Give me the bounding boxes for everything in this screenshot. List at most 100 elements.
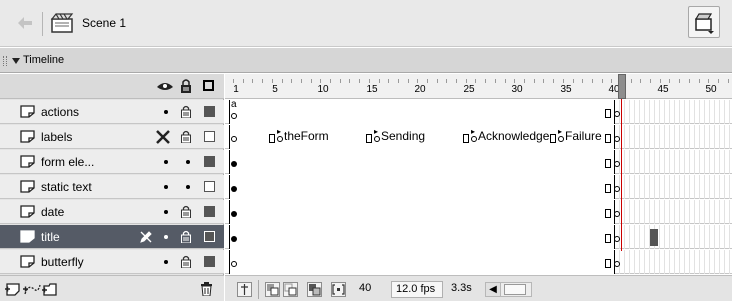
- scroll-thumb[interactable]: [504, 284, 526, 295]
- visibility-dot[interactable]: [164, 260, 168, 264]
- layer-row-actions[interactable]: actions: [0, 100, 224, 124]
- layer-name[interactable]: form ele...: [41, 155, 94, 169]
- onion-skin-button[interactable]: [265, 282, 280, 297]
- frame-rate[interactable]: 12.0 fps: [391, 281, 443, 298]
- panel-grip[interactable]: [3, 56, 7, 66]
- frame-span[interactable]: [229, 250, 615, 274]
- layer-row-form-elements[interactable]: form ele...: [0, 150, 224, 174]
- layer-name[interactable]: labels: [41, 130, 72, 144]
- lock-icon[interactable]: [181, 255, 191, 268]
- layer-row-butterfly[interactable]: butterfly: [0, 250, 224, 274]
- keyframe[interactable]: [231, 136, 237, 142]
- timeline-header[interactable]: Timeline: [0, 48, 732, 73]
- label-flag-icon: ▸: [277, 127, 282, 136]
- visibility-dot[interactable]: [164, 160, 168, 164]
- frame-row[interactable]: [225, 150, 732, 174]
- label-keyframe[interactable]: [558, 136, 564, 142]
- back-arrow-icon[interactable]: [18, 17, 32, 29]
- span-end-frame[interactable]: [605, 109, 611, 118]
- span-end-frame[interactable]: [605, 234, 611, 243]
- layer-row-labels[interactable]: labels: [0, 125, 224, 149]
- span-end-frame[interactable]: [605, 209, 611, 218]
- keyframe[interactable]: [231, 211, 237, 217]
- modify-onion-markers-button[interactable]: [331, 282, 346, 297]
- hidden-x-icon[interactable]: [156, 130, 170, 144]
- trash-icon[interactable]: [200, 282, 213, 296]
- frame-ruler[interactable]: 1 5 10 15 20 25 30 35 40 45 50: [225, 74, 732, 99]
- layer-name[interactable]: butterfly: [41, 255, 84, 269]
- layer-row-title[interactable]: title: [0, 225, 224, 249]
- visibility-dot[interactable]: [164, 185, 168, 189]
- keyframe[interactable]: [231, 186, 237, 192]
- frame-span[interactable]: [229, 200, 615, 224]
- visibility-dot[interactable]: [164, 235, 168, 239]
- label-keyframe[interactable]: [374, 136, 380, 142]
- frame-row[interactable]: [225, 175, 732, 199]
- layer-row-static-text[interactable]: static text: [0, 175, 224, 199]
- outline-icon[interactable]: [203, 80, 214, 91]
- span-end-frame[interactable]: [605, 259, 611, 268]
- lock-icon[interactable]: [181, 130, 191, 143]
- frame-row[interactable]: [225, 200, 732, 224]
- scroll-left-arrow[interactable]: ◀: [486, 283, 501, 296]
- span-end-frame[interactable]: [550, 134, 556, 143]
- keyframe[interactable]: [231, 161, 237, 167]
- keyframe[interactable]: [614, 261, 620, 267]
- visibility-dot[interactable]: [164, 110, 168, 114]
- frame-span[interactable]: [229, 150, 615, 174]
- outline-color-box[interactable]: [204, 181, 215, 192]
- visibility-dot[interactable]: [164, 210, 168, 214]
- keyframe[interactable]: [231, 236, 237, 242]
- eye-icon[interactable]: [156, 80, 174, 92]
- edit-scene-button[interactable]: [688, 6, 720, 38]
- keyframe[interactable]: [231, 113, 237, 119]
- frame-span[interactable]: [229, 225, 615, 249]
- selected-frame[interactable]: [650, 229, 658, 246]
- outline-color-box[interactable]: [204, 231, 215, 242]
- span-end-frame[interactable]: [605, 134, 611, 143]
- frames-area[interactable]: 1 5 10 15 20 25 30 35 40 45 50 a ▸ theForm ▸ Sending ▸ A…: [225, 74, 732, 301]
- lock-icon[interactable]: [181, 105, 191, 118]
- layer-icon: [20, 230, 35, 243]
- ruler-tick: [718, 79, 719, 83]
- outline-color-box[interactable]: [204, 256, 215, 267]
- layer-name[interactable]: date: [41, 205, 64, 219]
- span-end-frame[interactable]: [605, 159, 611, 168]
- ruler-tick: [369, 79, 370, 83]
- lock-dot[interactable]: [186, 160, 190, 164]
- frame-row[interactable]: a: [225, 100, 732, 124]
- edit-multiple-frames-button[interactable]: [307, 282, 322, 297]
- onion-skin-outlines-button[interactable]: [283, 282, 298, 297]
- lock-icon[interactable]: [181, 205, 191, 218]
- lock-icon[interactable]: [180, 79, 192, 93]
- span-end-frame[interactable]: [463, 134, 469, 143]
- lock-dot[interactable]: [186, 185, 190, 189]
- frame-row[interactable]: [225, 250, 732, 274]
- frame-span[interactable]: [229, 175, 615, 199]
- frame-span[interactable]: [229, 100, 615, 124]
- playhead-handle[interactable]: [618, 74, 626, 99]
- center-frame-button[interactable]: [237, 282, 252, 297]
- layer-row-date[interactable]: date: [0, 200, 224, 224]
- layer-name[interactable]: actions: [41, 105, 79, 119]
- span-end-frame[interactable]: [605, 184, 611, 193]
- label-keyframe[interactable]: [277, 136, 283, 142]
- outline-color-box[interactable]: [204, 156, 215, 167]
- playhead[interactable]: [618, 74, 626, 251]
- timeline-title[interactable]: Timeline: [23, 54, 64, 66]
- layer-name[interactable]: static text: [41, 180, 92, 194]
- span-end-frame[interactable]: [366, 134, 372, 143]
- layer-name[interactable]: title: [41, 230, 60, 244]
- scene-label[interactable]: Scene 1: [82, 16, 126, 30]
- lock-icon[interactable]: [181, 230, 191, 243]
- horizontal-scrollbar[interactable]: ◀: [485, 282, 532, 297]
- outline-color-box[interactable]: [204, 206, 215, 217]
- label-keyframe[interactable]: [471, 136, 477, 142]
- frame-row[interactable]: ▸ theForm ▸ Sending ▸ Acknowledge ▸ Failure: [225, 125, 732, 149]
- current-frame[interactable]: 40: [355, 281, 385, 298]
- outline-color-box[interactable]: [204, 131, 215, 142]
- span-end-frame[interactable]: [269, 134, 275, 143]
- outline-color-box[interactable]: [204, 106, 215, 117]
- collapse-arrow-icon[interactable]: [12, 58, 20, 64]
- keyframe[interactable]: [231, 261, 237, 267]
